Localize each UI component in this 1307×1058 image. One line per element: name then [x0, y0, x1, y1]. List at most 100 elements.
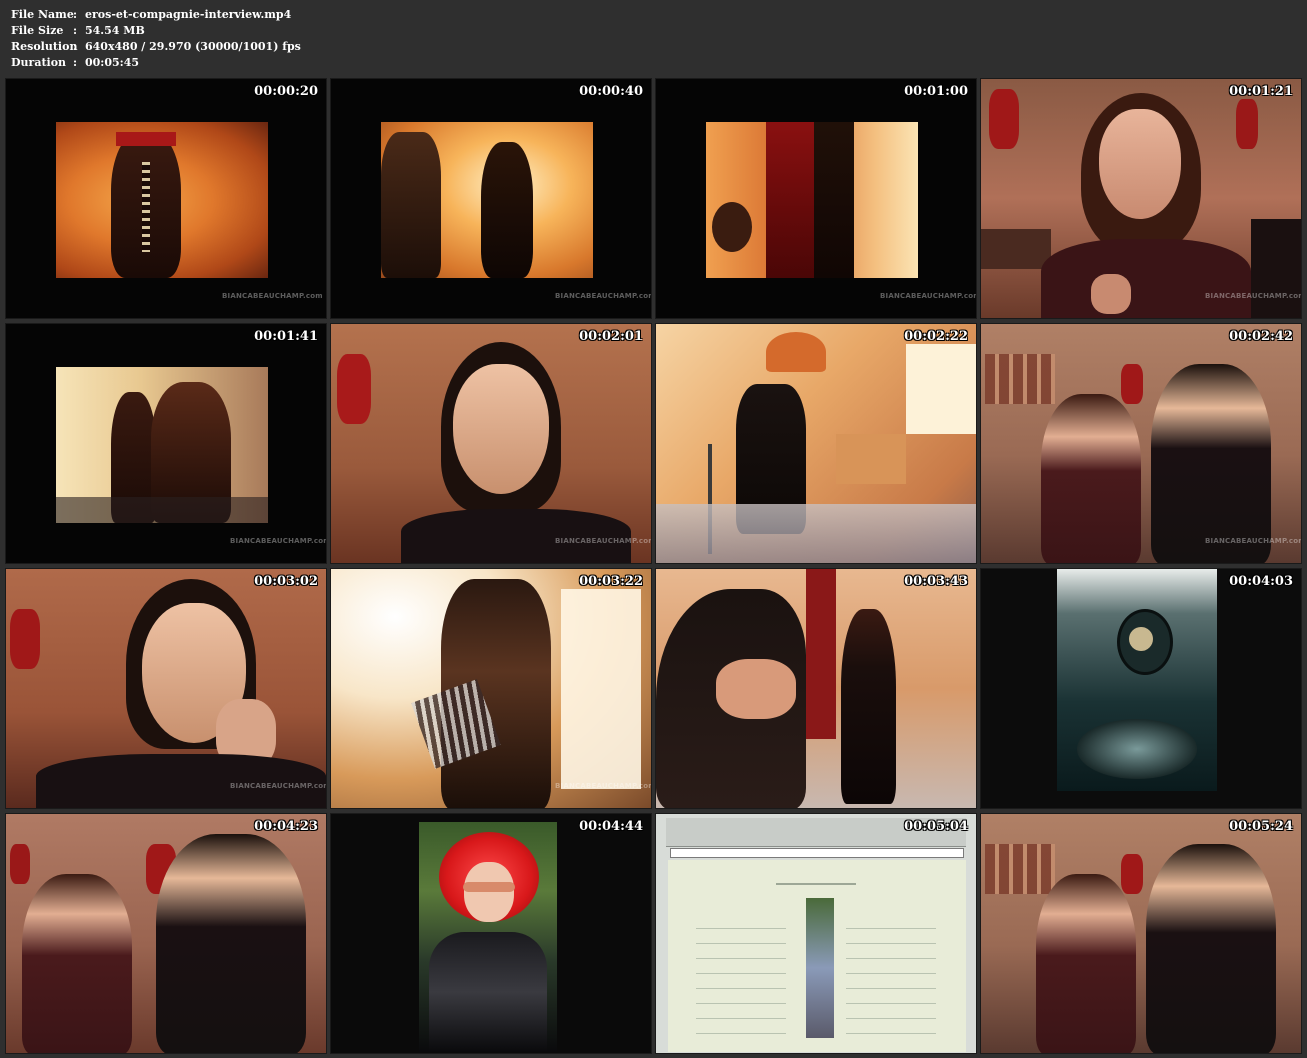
- file-size-label: File Size: [11, 24, 64, 37]
- inset-frame: [706, 122, 918, 278]
- shelf: [981, 229, 1051, 269]
- resolution-label: Resolution: [11, 40, 78, 53]
- video-thumbnail[interactable]: BIANCABEAUCHAMP.com 00:03:02: [5, 568, 327, 809]
- timestamp-label: 00:04:44: [579, 819, 643, 834]
- mask-lens: [1129, 627, 1153, 651]
- hand: [1091, 274, 1131, 314]
- browser-address-bar: [670, 848, 964, 858]
- floor: [56, 497, 268, 523]
- equipment-box: [836, 434, 906, 484]
- latex-outfit: [429, 932, 547, 1052]
- video-thumbnail[interactable]: BIANCABEAUCHAMP.com 00:02:42: [980, 323, 1302, 564]
- video-thumbnail[interactable]: BIANCABEAUCHAMP.com 00:00:40: [330, 78, 652, 319]
- timestamp-label: 00:02:01: [579, 329, 643, 344]
- video-thumbnail[interactable]: 00:05:04: [655, 813, 977, 1054]
- video-thumbnail[interactable]: 00:05:24: [980, 813, 1302, 1054]
- video-thumbnail[interactable]: BIANCABEAUCHAMP.com 00:03:22: [330, 568, 652, 809]
- woman-figure: [22, 874, 132, 1053]
- video-watermark: BIANCABEAUCHAMP.com: [880, 292, 977, 300]
- inset-frame: [56, 122, 268, 278]
- resolution-row: Resolution : 640x480 / 29.970 (30000/100…: [11, 39, 301, 55]
- timestamp-label: 00:02:42: [1229, 329, 1293, 344]
- right-figure: [481, 142, 533, 278]
- face: [464, 862, 514, 922]
- video-thumbnail[interactable]: BIANCABEAUCHAMP.com 00:02:01: [330, 323, 652, 564]
- video-watermark: BIANCABEAUCHAMP.com: [555, 292, 652, 300]
- duration-label: Duration: [11, 56, 67, 69]
- video-thumbnail[interactable]: BIANCABEAUCHAMP.com 00:01:41: [5, 323, 327, 564]
- model-figure: [841, 609, 896, 804]
- resolution-separator: :: [73, 40, 78, 53]
- softbox: [906, 344, 976, 434]
- file-name-row: File Name : eros-et-compagnie-interview.…: [11, 7, 301, 23]
- video-thumbnail[interactable]: 00:04:23: [5, 813, 327, 1054]
- file-size-row: File Size : 54.54 MB: [11, 23, 301, 39]
- video-watermark: BIANCABEAUCHAMP.com: [230, 537, 327, 545]
- duration-value: 00:05:45: [85, 56, 140, 69]
- timestamp-label: 00:02:22: [904, 329, 968, 344]
- timestamp-label: 00:00:20: [254, 84, 318, 99]
- wall-photos: [985, 844, 1055, 894]
- left-figure: [381, 132, 441, 278]
- file-size-separator: :: [73, 24, 78, 37]
- studio-lamp: [766, 332, 826, 372]
- wall-decor: [989, 89, 1019, 149]
- man-face: [453, 364, 549, 494]
- center-photo: [806, 898, 834, 1038]
- woman-figure: [1036, 874, 1136, 1053]
- red-accent: [116, 132, 176, 146]
- inset-photo: [419, 822, 557, 1052]
- video-thumbnail[interactable]: 00:02:22: [655, 323, 977, 564]
- file-info-panel: File Name : eros-et-compagnie-interview.…: [11, 7, 301, 71]
- file-name-separator: :: [73, 8, 78, 21]
- left-text-lines: [696, 914, 786, 1034]
- timestamp-label: 00:03:43: [904, 574, 968, 589]
- file-name-label: File Name: [11, 8, 74, 21]
- timestamp-label: 00:01:41: [254, 329, 318, 344]
- timestamp-label: 00:05:24: [1229, 819, 1293, 834]
- light-panel: [561, 589, 641, 789]
- video-watermark: BIANCABEAUCHAMP.com: [222, 292, 323, 300]
- sunglasses: [463, 882, 515, 892]
- duration-separator: :: [73, 56, 78, 69]
- video-thumbnail[interactable]: BIANCABEAUCHAMP.com 00:00:20: [5, 78, 327, 319]
- timestamp-label: 00:00:40: [579, 84, 643, 99]
- timestamp-label: 00:04:03: [1229, 574, 1293, 589]
- video-watermark: BIANCABEAUCHAMP.com: [1205, 537, 1302, 545]
- video-thumbnail[interactable]: BIANCABEAUCHAMP.com 00:01:21: [980, 78, 1302, 319]
- video-thumbnail[interactable]: 00:04:44: [330, 813, 652, 1054]
- woman-figure: [1041, 394, 1141, 563]
- timestamp-label: 00:04:23: [254, 819, 318, 834]
- video-watermark: BIANCABEAUCHAMP.com: [555, 782, 652, 790]
- timestamp-label: 00:01:00: [904, 84, 968, 99]
- figure-head: [712, 202, 752, 252]
- woman-top: [1041, 239, 1251, 318]
- video-watermark: BIANCABEAUCHAMP.com: [1205, 292, 1302, 300]
- inset-frame: [381, 122, 593, 278]
- video-watermark: BIANCABEAUCHAMP.com: [230, 782, 327, 790]
- latex-highlight: [1077, 719, 1197, 779]
- wall-decor: [10, 609, 40, 669]
- man-figure: [156, 834, 306, 1053]
- right-figure: [1251, 219, 1301, 318]
- video-thumbnail[interactable]: 00:03:43: [655, 568, 977, 809]
- video-thumbnail[interactable]: BIANCABEAUCHAMP.com 00:01:00: [655, 78, 977, 319]
- file-name-value: eros-et-compagnie-interview.mp4: [85, 8, 292, 21]
- corset-lacing: [142, 162, 150, 252]
- red-curtain: [806, 569, 836, 739]
- video-thumbnail[interactable]: 00:04:03: [980, 568, 1302, 809]
- timestamp-label: 00:03:02: [254, 574, 318, 589]
- woman-face: [1099, 109, 1181, 219]
- timestamp-label: 00:03:22: [579, 574, 643, 589]
- wall-decor: [10, 844, 30, 884]
- thumbnail-grid: BIANCABEAUCHAMP.com 00:00:20 BIANCABEAUC…: [5, 78, 1302, 1054]
- wall-photos: [985, 354, 1055, 404]
- duration-row: Duration : 00:05:45: [11, 55, 301, 71]
- man-figure: [1146, 844, 1276, 1053]
- figure-silhouette: [814, 122, 854, 278]
- wall-decor: [1121, 364, 1143, 404]
- floor-backdrop: [656, 504, 976, 563]
- inset-photo: [1057, 569, 1217, 791]
- right-text-lines: [846, 914, 936, 1034]
- inset-frame: [56, 367, 268, 523]
